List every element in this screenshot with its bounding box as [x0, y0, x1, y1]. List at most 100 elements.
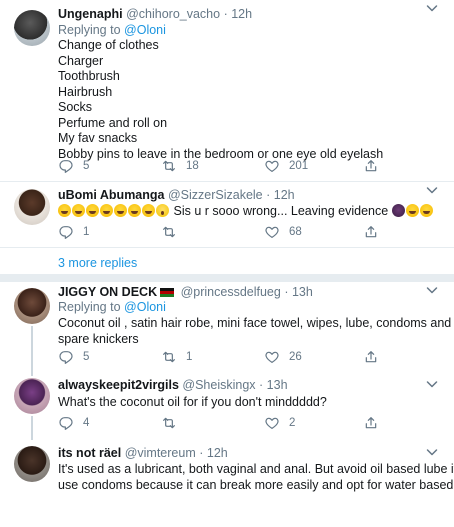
like-count: 68 [289, 226, 302, 238]
laughing-emoji-icon [419, 204, 433, 217]
timestamp[interactable]: 13h [292, 285, 313, 299]
tweet[interactable]: alwayskeepit2virgils @Sheiskingx · 13h W… [0, 376, 454, 440]
laughing-emoji-icon [58, 204, 71, 217]
avatar[interactable] [14, 446, 50, 482]
retweet-button[interactable] [161, 223, 186, 241]
avatar[interactable] [14, 10, 50, 46]
tweet-text-line: Socks [58, 100, 93, 114]
mention-link[interactable]: @Oloni [124, 23, 166, 37]
reply-icon [58, 415, 74, 431]
divider [0, 247, 454, 248]
thread-line [31, 326, 33, 376]
tweet-text: Change of clothes Charger Toothbrush Hai… [58, 38, 383, 162]
user-handle[interactable]: @princessdelfueg [181, 285, 281, 299]
thread-line [31, 416, 33, 440]
share-button[interactable] [363, 223, 379, 241]
retweet-count: 18 [186, 160, 199, 172]
reply-button[interactable]: 5 [58, 157, 89, 175]
tweet[interactable]: uBomi Abumanga @SizzerSizakele · 12h Sis… [0, 182, 454, 248]
replying-to: Replying to @Oloni [58, 299, 166, 315]
caret-down-icon[interactable] [426, 185, 438, 195]
caret-down-icon[interactable] [426, 379, 438, 389]
tweet-text: Coconut oil , satin hair robe, mini face… [58, 316, 451, 347]
tweet-text-line: Toothbrush [58, 69, 120, 83]
reply-icon [58, 349, 74, 365]
avatar[interactable] [14, 288, 50, 324]
retweet-icon [161, 224, 177, 240]
avatar[interactable] [14, 189, 50, 225]
share-icon [363, 224, 379, 240]
like-icon [264, 415, 280, 431]
caret-down-icon[interactable] [426, 447, 438, 457]
mention-link[interactable]: @Oloni [124, 300, 166, 314]
replying-to-label: Replying to [58, 300, 121, 314]
display-name[interactable]: uBomi Abumanga [58, 188, 164, 202]
tweet-text: Sis u r sooo wrong... Leaving evidence [58, 204, 434, 220]
separator-dot: · [266, 188, 271, 202]
tweet-text: What's the coconut oil for if you don't … [58, 395, 327, 411]
user-handle[interactable]: @SizzerSizakele [168, 188, 263, 202]
reply-button[interactable]: 4 [58, 414, 89, 432]
like-icon [264, 224, 280, 240]
tweet-actions: 5 1 26 [58, 348, 408, 366]
tweet-actions: 4 2 [58, 414, 408, 432]
caret-down-icon[interactable] [426, 285, 438, 295]
timestamp[interactable]: 12h [231, 7, 252, 21]
tweet-header: Ungenaphi @chihoro_vacho · 12h [58, 5, 252, 23]
tweet-text-line: Hairbrush [58, 84, 113, 99]
flag-icon [160, 287, 175, 297]
like-button[interactable]: 201 [264, 157, 308, 175]
share-button[interactable] [363, 157, 379, 175]
retweet-count: 1 [186, 351, 193, 363]
like-icon [264, 158, 280, 174]
laughing-emoji-icon [114, 204, 127, 217]
tweet-text-line: Change of clothes [58, 38, 159, 52]
laughing-emoji-icon [86, 204, 99, 217]
like-count: 26 [289, 351, 302, 363]
tweet-text-line: Charger [58, 53, 104, 68]
retweet-button[interactable]: 1 [161, 348, 192, 366]
laughing-emoji-icon [142, 204, 155, 217]
reply-button[interactable]: 1 [58, 223, 89, 241]
reply-button[interactable]: 5 [58, 348, 89, 366]
tweet-text-line: Perfume and roll on [58, 115, 168, 130]
user-handle[interactable]: @vimtereum [125, 446, 196, 460]
like-count: 2 [289, 417, 296, 429]
display-name[interactable]: Ungenaphi [58, 7, 123, 21]
like-button[interactable]: 2 [264, 414, 295, 432]
laughing-emoji-icon [100, 204, 113, 217]
retweet-icon [161, 415, 177, 431]
tweet[interactable]: JIGGY ON DECK @princessdelfueg · 13h Rep… [0, 282, 454, 376]
more-replies-link[interactable]: 3 more replies [58, 255, 137, 271]
separator-dot: · [223, 7, 228, 21]
tweet[interactable]: its not räel @vimtereum · 12h It's used … [0, 444, 454, 527]
replying-to: Replying to @Oloni [58, 22, 166, 38]
timestamp[interactable]: 12h [207, 446, 228, 460]
retweet-button[interactable] [161, 414, 186, 432]
astonished-emoji-icon [156, 204, 169, 217]
tweet-header: its not räel @vimtereum · 12h [58, 444, 228, 462]
reply-count: 5 [83, 160, 90, 172]
timestamp[interactable]: 13h [267, 378, 288, 392]
share-button[interactable] [363, 414, 379, 432]
tweet-actions: 1 68 [58, 223, 408, 241]
section-separator [0, 274, 454, 282]
share-button[interactable] [363, 348, 379, 366]
avatar[interactable] [14, 378, 50, 414]
tweet-text-line: It's used as a lubricant, both vaginal a… [58, 462, 454, 476]
like-button[interactable]: 68 [264, 223, 302, 241]
caret-down-icon[interactable] [426, 3, 438, 13]
retweet-button[interactable]: 18 [161, 157, 199, 175]
user-handle[interactable]: @Sheiskingx [182, 378, 255, 392]
tweet[interactable]: Ungenaphi @chihoro_vacho · 12h Replying … [0, 0, 454, 180]
like-button[interactable]: 26 [264, 348, 302, 366]
reply-count: 5 [83, 351, 90, 363]
display-name[interactable]: JIGGY ON DECK [58, 285, 157, 299]
like-icon [264, 349, 280, 365]
reply-count: 4 [83, 417, 90, 429]
display-name[interactable]: alwayskeepit2virgils [58, 378, 179, 392]
tweet-text: It's used as a lubricant, both vaginal a… [58, 462, 454, 493]
user-handle[interactable]: @chihoro_vacho [126, 7, 220, 21]
display-name[interactable]: its not räel [58, 446, 121, 460]
timestamp[interactable]: 12h [274, 188, 295, 202]
